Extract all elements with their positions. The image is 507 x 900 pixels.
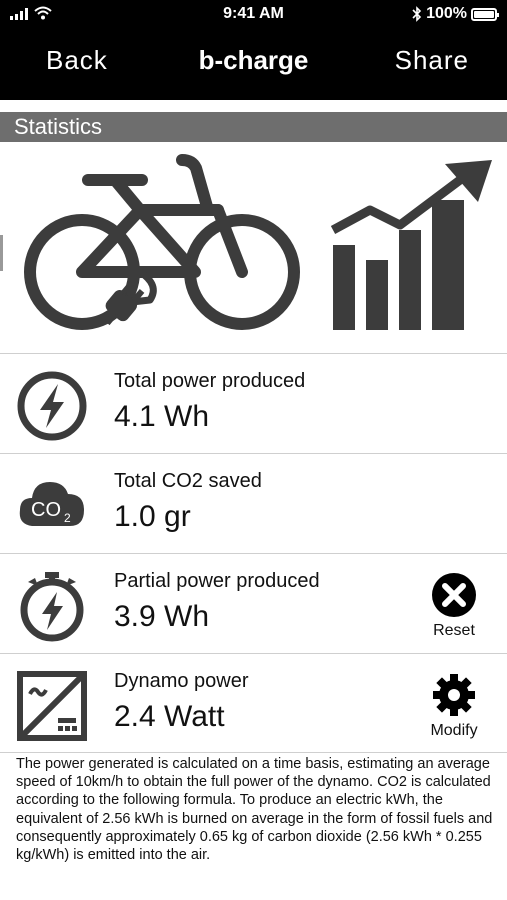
stat-label: Total power produced xyxy=(114,370,306,392)
stopwatch-lightning-icon xyxy=(20,572,84,642)
stat-value: 2.4 Watt xyxy=(114,700,225,733)
stat-label: Partial power produced xyxy=(114,570,320,592)
bluetooth-icon xyxy=(412,6,422,22)
hero-illustration xyxy=(24,154,492,330)
stat-row-total-power: Total power produced 4.1 Wh xyxy=(0,353,507,453)
stat-row-partial-power: Partial power produced 3.9 Wh Reset xyxy=(0,553,507,653)
nav-bar: Back b-charge Share xyxy=(0,30,507,100)
back-button[interactable]: Back xyxy=(46,45,108,76)
stat-value: 3.9 Wh xyxy=(114,600,210,633)
status-right: 100% xyxy=(412,5,499,23)
lightning-circle-icon xyxy=(17,371,87,441)
ebike-icon xyxy=(24,154,300,330)
co2-cloud-icon: CO 2 xyxy=(19,482,84,526)
gear-icon xyxy=(433,674,475,716)
co2-subscript: 2 xyxy=(64,511,71,525)
modify-label: Modify xyxy=(430,722,478,739)
reset-button[interactable]: Reset xyxy=(419,572,489,640)
reset-label: Reset xyxy=(433,622,475,639)
stat-row-dynamo-power: Dynamo power 2.4 Watt Modify xyxy=(0,653,507,753)
stat-label: Total CO2 saved xyxy=(114,470,262,492)
divider xyxy=(0,752,507,753)
co2-text: CO xyxy=(31,499,61,521)
footnote-text: The power generated is calculated on a t… xyxy=(16,756,493,864)
stat-value: 1.0 gr xyxy=(114,500,191,533)
stat-row-co2: CO 2 Total CO2 saved 1.0 gr xyxy=(0,453,507,553)
modify-button[interactable]: Modify xyxy=(419,672,489,740)
stat-value: 4.1 Wh xyxy=(114,400,210,433)
stat-label: Dynamo power xyxy=(114,670,249,692)
close-circle-icon xyxy=(432,573,476,617)
battery-percent: 100% xyxy=(426,5,467,22)
growth-chart-icon xyxy=(330,160,492,330)
status-bar: 9:41 AM 100% xyxy=(0,0,507,30)
battery-icon xyxy=(471,7,499,21)
share-button[interactable]: Share xyxy=(395,45,469,76)
dynamo-icon xyxy=(17,671,87,741)
section-header: Statistics xyxy=(0,112,507,142)
